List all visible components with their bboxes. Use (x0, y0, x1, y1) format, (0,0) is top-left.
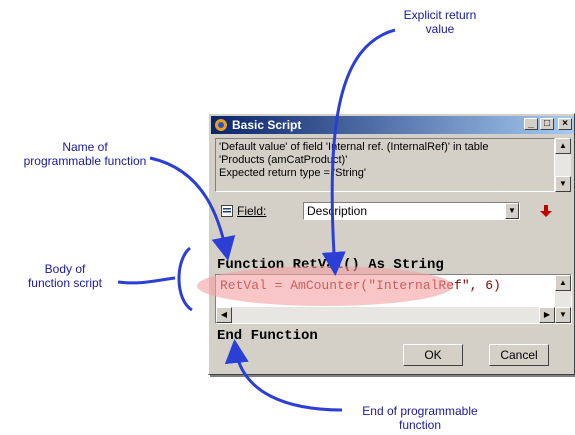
annotation-function-name: Name of programmable function (23, 140, 147, 168)
field-row: Field: Description ▼ (215, 200, 570, 222)
scroll-right-button[interactable]: ▶ (539, 307, 555, 323)
close-button[interactable]: × (558, 118, 572, 130)
info-scrollbar[interactable]: ▲ ▼ (555, 138, 571, 192)
script-line[interactable]: RetVal = AmCounter("InternalRef", 6) (220, 278, 501, 293)
scroll-down-button[interactable]: ▼ (555, 176, 571, 192)
annotation-end-function: End of programmable function (362, 404, 478, 432)
field-icon (221, 205, 233, 217)
annotation-function-body: Body of function script (27, 262, 103, 290)
function-header: Function RetVal() As String (217, 257, 444, 273)
chevron-down-icon[interactable]: ▼ (505, 203, 519, 219)
brace-function-body (177, 246, 193, 312)
cancel-button[interactable]: Cancel (489, 344, 549, 366)
scroll-up-button[interactable]: ▲ (555, 275, 571, 291)
info-line: 'Products (amCatProduct)' (219, 154, 348, 166)
info-line: 'Default value' of field 'Internal ref. … (219, 141, 489, 153)
insert-field-arrow-icon[interactable] (539, 204, 553, 218)
field-label: Field: (237, 204, 267, 218)
field-select[interactable]: Description ▼ (303, 202, 520, 220)
scroll-up-button[interactable]: ▲ (555, 138, 571, 154)
context-info: 'Default value' of field 'Internal ref. … (215, 138, 555, 192)
field-select-value: Description (307, 204, 368, 218)
ok-button[interactable]: OK (403, 344, 463, 366)
maximize-button[interactable]: □ (540, 118, 554, 130)
editor-vertical-scrollbar[interactable]: ▲ ▼ (555, 275, 571, 323)
annotation-explicit-return: Explicit return value (403, 8, 477, 36)
scroll-left-button[interactable]: ◀ (216, 307, 232, 323)
script-icon (215, 119, 227, 131)
title-bar: Basic Script _ □ × (211, 116, 574, 134)
basic-script-dialog: Basic Script _ □ × 'Default value' of fi… (208, 113, 575, 375)
function-footer: End Function (217, 328, 318, 344)
arrow-function-body (117, 276, 176, 285)
info-line: Expected return type = 'String' (219, 167, 366, 179)
window-title: Basic Script (232, 118, 302, 132)
script-editor[interactable]: RetVal = AmCounter("InternalRef", 6) ◀ ▶… (215, 274, 572, 324)
minimize-button[interactable]: _ (524, 118, 538, 130)
scroll-down-button[interactable]: ▼ (555, 307, 571, 323)
editor-horizontal-scrollbar[interactable]: ◀ ▶ (216, 307, 555, 323)
